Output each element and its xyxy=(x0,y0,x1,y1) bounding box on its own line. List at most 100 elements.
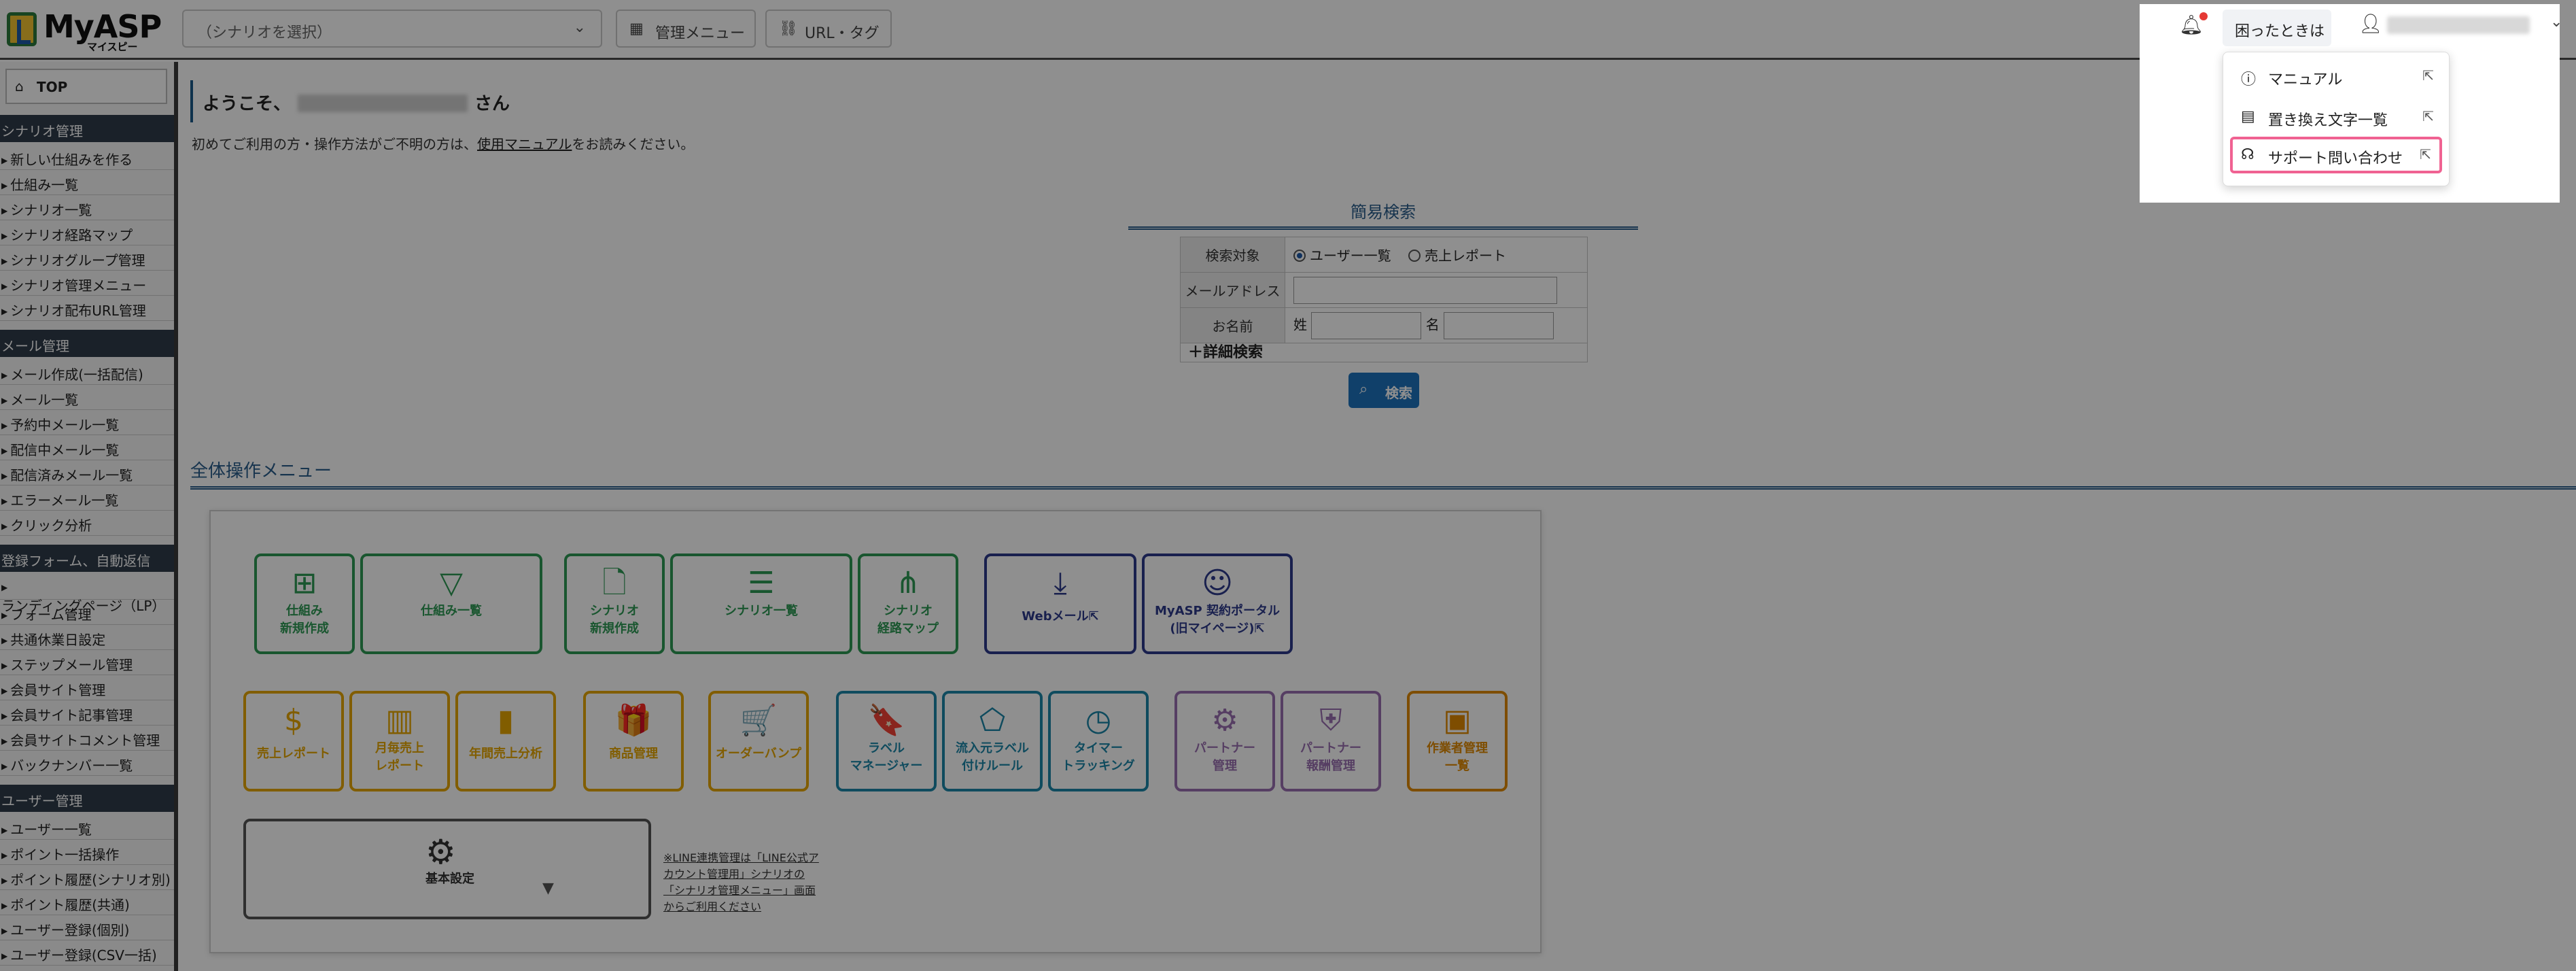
external-link-icon: ⇱ xyxy=(2420,146,2431,163)
tile-label: 商品管理 xyxy=(609,747,658,761)
chevron-down-icon[interactable]: ⌄ xyxy=(2550,14,2562,31)
tile-label: ラベル マネージャー xyxy=(850,741,923,773)
radio-sales[interactable] xyxy=(1408,250,1421,262)
link-icon: ⛓ xyxy=(779,20,798,37)
tile-label: オーダーバンプ xyxy=(715,747,802,761)
tile-mechanism-list[interactable]: ▽ 仕組み一覧 xyxy=(360,553,542,654)
bar-chart-icon: ▥ xyxy=(385,703,414,738)
sidebar-item-scenario-url[interactable]: シナリオ配布URL管理 xyxy=(0,296,174,321)
sidebar-section-forms: 登録フォーム、自動返信 xyxy=(0,545,174,572)
user-name-blurred[interactable] xyxy=(2387,16,2530,34)
menu-item-support-contact[interactable]: ☊ サポート問い合わせ ⇱ xyxy=(2230,137,2442,173)
sidebar-item-scenario-menu[interactable]: シナリオ管理メニュー xyxy=(0,271,174,296)
tile-monthly-sales[interactable]: ▥ 月毎売上 レポート xyxy=(349,691,450,791)
tile-order-bump[interactable]: 🛒 オーダーバンプ xyxy=(708,691,809,791)
tile-annual-sales[interactable]: ▮ 年間売上分析 xyxy=(455,691,556,791)
external-link-icon: ⇱ xyxy=(2422,67,2434,84)
quick-search-title: 簡易検索 xyxy=(1128,199,1638,230)
sidebar-item-step-mail[interactable]: ステップメール管理 xyxy=(0,650,174,675)
search-target-label: 検索対象 xyxy=(1180,237,1285,273)
sidebar-item-scenario-route-map[interactable]: シナリオ経路マップ xyxy=(0,220,174,245)
user-icon[interactable]: 👤︎ xyxy=(2359,12,2383,35)
sidebar-item-member-site[interactable]: 会員サイト管理 xyxy=(0,675,174,700)
tile-new-mechanism[interactable]: ⊞ 仕組み 新規作成 xyxy=(254,553,355,654)
radio-users[interactable] xyxy=(1293,250,1306,262)
tile-product-management[interactable]: 🎁 商品管理 xyxy=(583,691,684,791)
sidebar-item-mail-create[interactable]: メール作成(一括配信) xyxy=(0,360,174,385)
tile-label: Webメール⇱ xyxy=(1022,609,1099,624)
welcome-prefix: ようこそ、 xyxy=(203,94,292,114)
tile-sales-report[interactable]: $ 売上レポート xyxy=(243,691,344,791)
overall-menu-title: 全体操作メニュー xyxy=(190,457,2576,490)
tile-timer-tracking[interactable]: ◷ タイマー トラッキング xyxy=(1048,691,1149,791)
search-target-options: ユーザー一覧 売上レポート xyxy=(1285,237,1588,273)
search-button[interactable]: ⌕ 検索 xyxy=(1348,373,1419,408)
tile-webmail[interactable]: ⤓ Webメール⇱ xyxy=(984,553,1136,654)
file-plus-icon: 🗋 xyxy=(602,566,627,600)
line-integration-note[interactable]: ※LINE連携管理は「LINE公式アカウント管理用」シナリオの「シナリオ管理メニ… xyxy=(663,850,821,915)
sidebar-item-scenario-group[interactable]: シナリオグループ管理 xyxy=(0,245,174,271)
sidebar-item-holidays[interactable]: 共通休業日設定 xyxy=(0,625,174,650)
help-button-label: 困ったときは xyxy=(2235,23,2325,40)
tile-partner-management[interactable]: ⚙ パートナー 管理 xyxy=(1174,691,1275,791)
welcome-message: ようこそ、 さん xyxy=(203,90,510,115)
sidebar-item-member-articles[interactable]: 会員サイト記事管理 xyxy=(0,700,174,726)
tile-label-manager[interactable]: 🔖 ラベル マネージャー xyxy=(836,691,937,791)
sidebar-item-point-bulk[interactable]: ポイント一括操作 xyxy=(0,840,174,865)
sidebar-item-scenario-list[interactable]: シナリオ一覧 xyxy=(0,195,174,220)
sidebar-item-user-list[interactable]: ユーザー一覧 xyxy=(0,815,174,840)
welcome-suffix: さん xyxy=(474,94,510,114)
last-name-field[interactable] xyxy=(1311,311,1422,339)
menu-item-label: マニュアル xyxy=(2268,71,2343,88)
sidebar-item-mail-list[interactable]: メール一覧 xyxy=(0,385,174,410)
sidebar-item-mechanism-list[interactable]: 仕組み一覧 xyxy=(0,170,174,195)
tile-label: パートナー 報酬管理 xyxy=(1300,741,1361,773)
sidebar-item-mail-error[interactable]: エラーメール一覧 xyxy=(0,486,174,511)
notification-dot xyxy=(2199,12,2208,20)
sidebar-item-user-register-csv[interactable]: ユーザー登録(CSV一括) xyxy=(0,940,174,966)
tile-partner-reward[interactable]: ⛨ パートナー 報酬管理 xyxy=(1281,691,1381,791)
intro-prefix: 初めてご利用の方・操作方法がご不明の方は、 xyxy=(192,136,477,152)
sidebar-item-landing-page[interactable]: ランディングページ（LP） xyxy=(0,575,174,614)
grid-icon: ▦ xyxy=(629,20,644,37)
menu-item-manual[interactable]: ⓘ マニュアル ⇱ xyxy=(2230,58,2442,95)
scenario-select[interactable]: （シナリオを選択） ⌄ xyxy=(182,10,602,48)
email-field[interactable] xyxy=(1293,276,1557,304)
first-name-field[interactable] xyxy=(1444,311,1554,339)
tile-worker-management[interactable]: ▣ 作業者管理 一覧 xyxy=(1407,691,1508,791)
sidebar-item-backnumber[interactable]: バックナンバー一覧 xyxy=(0,751,174,776)
basic-settings-button[interactable]: ⚙ 基本設定 ▼ xyxy=(243,819,651,919)
timer-icon: ◷ xyxy=(1085,703,1112,738)
tile-contract-portal[interactable]: ☺ MyASP 契約ポータル (旧マイページ)⇱ xyxy=(1142,553,1293,654)
tile-label: シナリオ一覧 xyxy=(725,604,798,618)
sidebar-top-button[interactable]: ⌂ TOP xyxy=(5,69,167,104)
sidebar-item-form-management[interactable]: フォーム管理 xyxy=(0,600,174,625)
sidebar-item-mail-scheduled[interactable]: 予約中メール一覧 xyxy=(0,410,174,435)
sidebar-item-member-comments[interactable]: 会員サイトコメント管理 xyxy=(0,726,174,751)
menu-item-replacement-chars[interactable]: ▤ 置き換え文字一覧 ⇱ xyxy=(2230,99,2442,135)
manual-link[interactable]: 使用マニュアル xyxy=(477,136,572,152)
account-box-icon: ☺ xyxy=(1202,566,1233,600)
advanced-search-toggle[interactable]: ＋詳細検索 xyxy=(1188,340,1263,362)
question-circle-icon: ⓘ xyxy=(2241,71,2257,88)
tile-label: タイマー トラッキング xyxy=(1062,741,1135,773)
management-menu-button[interactable]: ▦ 管理メニュー xyxy=(616,10,756,48)
first-name-label: 名 xyxy=(1425,316,1440,333)
sidebar-item-click-analysis[interactable]: クリック分析 xyxy=(0,511,174,536)
sidebar-item-mail-sending[interactable]: 配信中メール一覧 xyxy=(0,435,174,460)
sidebar-item-point-history-scenario[interactable]: ポイント履歴(シナリオ別) xyxy=(0,865,174,890)
sidebar-section-scenario: シナリオ管理 xyxy=(0,115,174,142)
tile-label: 売上レポート xyxy=(257,747,330,761)
sidebar-item-new-mechanism[interactable]: 新しい仕組みを作る xyxy=(0,145,174,170)
sidebar-item-user-register[interactable]: ユーザー登録(個別) xyxy=(0,915,174,940)
email-label: メールアドレス xyxy=(1180,272,1285,308)
tile-scenario-list[interactable]: ☰ シナリオ一覧 xyxy=(670,553,852,654)
tile-new-scenario[interactable]: 🗋 シナリオ 新規作成 xyxy=(564,553,665,654)
sidebar-item-mail-sent[interactable]: 配信済みメール一覧 xyxy=(0,460,174,486)
tile-inflow-label-rules[interactable]: ⬠ 流入元ラベル 付けルール xyxy=(942,691,1043,791)
url-tag-button[interactable]: ⛓ URL・タグ xyxy=(765,10,892,48)
tile-scenario-route-map[interactable]: ⋔ シナリオ 経路マップ xyxy=(858,553,958,654)
sidebar-item-point-history-common[interactable]: ポイント履歴(共通) xyxy=(0,890,174,915)
myasp-logo[interactable]: MyASP マイスピー xyxy=(7,8,162,53)
help-button[interactable]: 困ったときは xyxy=(2223,10,2331,46)
